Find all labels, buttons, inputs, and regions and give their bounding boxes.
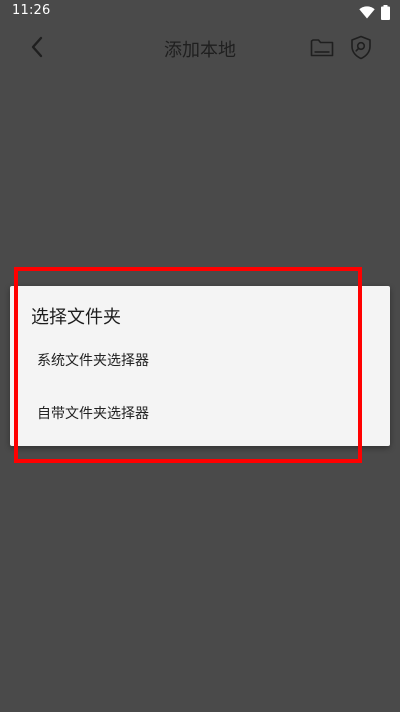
system-folder-picker-option[interactable]: 系统文件夹选择器 [10, 338, 390, 382]
builtin-folder-picker-option[interactable]: 自带文件夹选择器 [10, 391, 390, 435]
dialog-title: 选择文件夹 [31, 307, 121, 328]
status-bar: 11:26 [0, 0, 400, 24]
screen: 11:26 添加本地 选择文件夹 系统文件夹选择器 自带文件夹选择器 [0, 0, 400, 712]
option-label: 系统文件夹选择器 [37, 353, 149, 369]
option-label: 自带文件夹选择器 [37, 406, 149, 422]
back-arrow-icon [30, 36, 44, 62]
shield-search-button[interactable] [348, 35, 374, 63]
back-button[interactable] [22, 34, 52, 64]
folder-icon [310, 38, 334, 61]
shield-search-icon [350, 35, 372, 64]
app-bar: 添加本地 [0, 24, 400, 74]
status-icons [359, 5, 390, 20]
status-time: 11:26 [12, 3, 51, 18]
wifi-icon [359, 6, 375, 19]
page-title: 添加本地 [164, 40, 236, 61]
folder-picker-dialog: 选择文件夹 系统文件夹选择器 自带文件夹选择器 [10, 286, 390, 446]
folder-button[interactable] [308, 36, 336, 62]
battery-icon [381, 5, 390, 20]
